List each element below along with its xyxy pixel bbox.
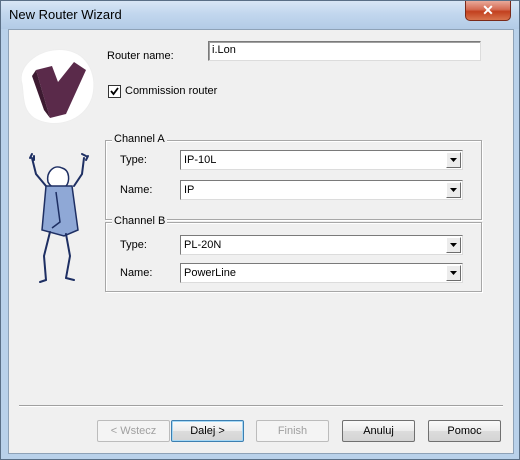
channel-b-name-label: Name: (120, 267, 153, 279)
channel-a-type-value: IP-10L (184, 154, 217, 166)
channel-a-type-select[interactable]: IP-10L (180, 150, 463, 170)
finish-button[interactable]: Finish (256, 420, 329, 442)
channel-b-legend: Channel B (112, 215, 168, 227)
channel-b-group: Channel B Type: PL-20N Name: PowerLine (105, 215, 482, 292)
cancel-button[interactable]: Anuluj (342, 420, 415, 442)
checkmark-icon (110, 87, 119, 96)
title-bar[interactable]: New Router Wizard ✕ (1, 1, 519, 29)
channel-b-type-value: PL-20N (184, 239, 222, 251)
channel-b-name-value: PowerLine (184, 267, 236, 279)
commission-router-label: Commission router (125, 85, 218, 97)
help-button[interactable]: Pomoc (428, 420, 501, 442)
chevron-down-icon (450, 271, 457, 275)
footer-separator (19, 405, 503, 407)
channel-a-name-value: IP (184, 184, 195, 196)
chevron-down-icon (450, 243, 457, 247)
dialog-window: New Router Wizard ✕ Router name: i.Lon C… (0, 0, 520, 460)
chevron-down-icon (450, 158, 457, 162)
channel-b-name-dropdown-button[interactable] (446, 265, 461, 281)
close-icon: ✕ (482, 2, 494, 18)
chevron-down-icon (450, 188, 457, 192)
channel-b-type-label: Type: (120, 239, 147, 251)
channel-a-name-label: Name: (120, 184, 153, 196)
router-name-value: i.Lon (212, 44, 236, 56)
channel-a-type-label: Type: (120, 154, 147, 166)
next-button[interactable]: Dalej > (171, 420, 244, 442)
cheering-figure-illustration (29, 153, 89, 283)
channel-b-name-select[interactable]: PowerLine (180, 263, 463, 283)
channel-a-group: Channel A Type: IP-10L Name: IP (105, 133, 482, 220)
window-title: New Router Wizard (9, 7, 122, 22)
router-name-label: Router name: (107, 50, 174, 62)
wizard-logo-icon (20, 48, 95, 124)
channel-a-legend: Channel A (112, 133, 167, 145)
close-button[interactable]: ✕ (465, 1, 511, 21)
channel-a-name-select[interactable]: IP (180, 180, 463, 200)
channel-a-name-dropdown-button[interactable] (446, 182, 461, 198)
dialog-body: Router name: i.Lon Commission router Cha… (8, 29, 514, 454)
channel-b-type-dropdown-button[interactable] (446, 237, 461, 253)
router-name-input[interactable]: i.Lon (208, 41, 481, 61)
back-button[interactable]: < Wstecz (97, 420, 170, 442)
channel-b-type-select[interactable]: PL-20N (180, 235, 463, 255)
commission-router-checkbox[interactable] (108, 85, 121, 98)
channel-a-type-dropdown-button[interactable] (446, 152, 461, 168)
